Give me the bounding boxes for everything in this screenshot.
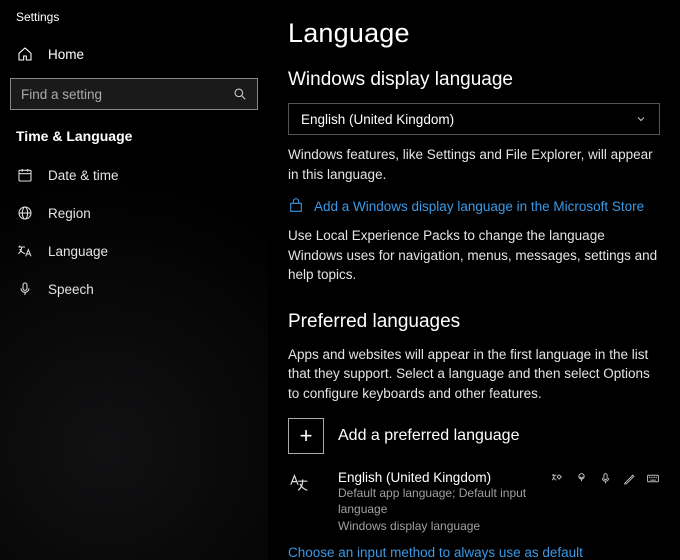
local-packs-text: Use Local Experience Packs to change the… [288, 226, 660, 285]
add-language-label: Add a preferred language [338, 427, 519, 445]
chevron-down-icon [635, 113, 647, 125]
nav-home[interactable]: Home [0, 38, 268, 70]
nav-speech[interactable]: Speech [0, 270, 268, 308]
language-item-sub1: Default app language; Default input lang… [338, 485, 536, 519]
settings-window: Settings Home Time & Language Date & tim… [0, 0, 680, 560]
text-to-speech-icon [550, 472, 564, 486]
window-title: Settings [0, 6, 268, 38]
preferred-languages-description: Apps and websites will appear in the fir… [288, 345, 660, 404]
main-content: Language Windows display language Englis… [268, 0, 680, 560]
search-icon [233, 87, 247, 101]
language-icon [16, 243, 34, 259]
nav-home-label: Home [48, 47, 84, 62]
nav-item-label: Date & time [48, 168, 119, 183]
input-method-link[interactable]: Choose an input method to always use as … [288, 545, 660, 560]
nav-list: Date & time Region Language Speech [0, 156, 268, 308]
nav-item-label: Speech [48, 282, 94, 297]
nav-item-label: Region [48, 206, 91, 221]
page-title: Language [288, 18, 660, 49]
nav-region[interactable]: Region [0, 194, 268, 232]
search-input[interactable] [21, 87, 221, 102]
globe-icon [16, 205, 34, 221]
plus-icon: + [288, 418, 324, 454]
nav-date-time[interactable]: Date & time [0, 156, 268, 194]
display-language-heading: Windows display language [288, 69, 660, 91]
language-glyph-icon [288, 470, 324, 535]
speech-recognition-icon [574, 472, 588, 486]
nav-language[interactable]: Language [0, 232, 268, 270]
add-language-button[interactable]: + Add a preferred language [288, 418, 660, 454]
language-feature-icons [550, 470, 660, 535]
nav-item-label: Language [48, 244, 108, 259]
store-icon [288, 198, 304, 214]
dropdown-value: English (United Kingdom) [301, 112, 454, 127]
language-item-info: English (United Kingdom) Default app lan… [338, 470, 536, 535]
preferred-languages-heading: Preferred languages [288, 311, 660, 333]
display-language-description: Windows features, like Settings and File… [288, 145, 660, 184]
store-link-text: Add a Windows display language in the Mi… [314, 199, 644, 214]
language-item[interactable]: English (United Kingdom) Default app lan… [288, 470, 660, 535]
microphone-icon [16, 281, 34, 297]
search-box[interactable] [10, 78, 258, 110]
handwriting-icon [622, 472, 636, 486]
calendar-icon [16, 167, 34, 183]
store-link[interactable]: Add a Windows display language in the Mi… [288, 198, 660, 214]
language-item-name: English (United Kingdom) [338, 470, 536, 485]
language-item-sub2: Windows display language [338, 518, 536, 535]
sidebar-section-head: Time & Language [0, 120, 268, 150]
keyboard-icon [646, 472, 660, 486]
sidebar: Settings Home Time & Language Date & tim… [0, 0, 268, 560]
display-language-dropdown[interactable]: English (United Kingdom) [288, 103, 660, 135]
voice-icon [598, 472, 612, 486]
home-icon [16, 46, 34, 62]
